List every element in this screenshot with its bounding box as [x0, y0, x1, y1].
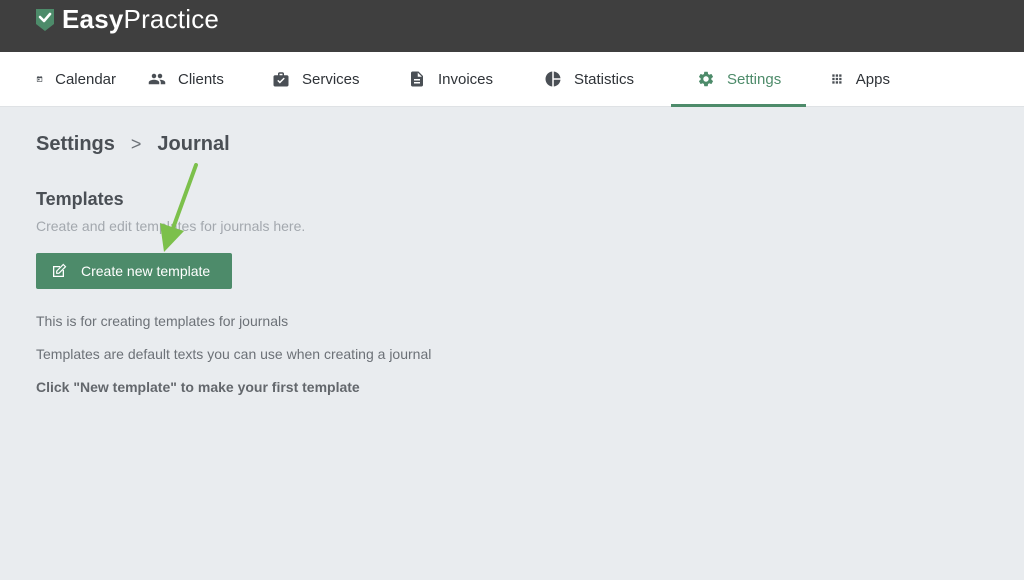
nav-item-clients[interactable]: Clients [132, 52, 256, 106]
create-template-button[interactable]: Create new template [36, 253, 232, 289]
edit-icon [53, 263, 67, 277]
nav-item-label: Invoices [438, 70, 494, 88]
calendar-icon [36, 76, 43, 82]
nav-item-label: Apps [855, 70, 890, 88]
nav-item-label: Clients [178, 70, 224, 88]
info-text-1: This is for creating templates for journ… [36, 313, 289, 329]
gear-icon [698, 71, 714, 87]
brand-logo[interactable]: EasyPractice [36, 4, 219, 35]
nav-item-calendar[interactable]: Calendar [20, 52, 132, 106]
info-text-2: Templates are default texts you can use … [36, 346, 432, 362]
pie-chart-icon [545, 71, 561, 87]
people-icon [148, 73, 166, 85]
document-icon [411, 71, 423, 87]
breadcrumb-root[interactable]: Settings [36, 133, 115, 156]
breadcrumb-current: Journal [157, 132, 230, 155]
brand-name-bold: Easy [62, 4, 124, 34]
info-text-3: Click "New template" to make your first … [36, 379, 360, 395]
brand-name-light: Practice [123, 4, 220, 34]
top-bar: EasyPractice [0, 0, 1024, 52]
nav-item-apps[interactable]: Apps [806, 52, 906, 106]
brand-name: EasyPractice [62, 4, 219, 35]
nav-item-label: Services [302, 70, 360, 88]
breadcrumb-separator: > [130, 133, 142, 154]
logo-check-icon [36, 8, 54, 31]
nav-item-services[interactable]: Services [256, 52, 392, 106]
breadcrumb: Settings > Journal [36, 131, 988, 157]
briefcase-icon [273, 72, 289, 87]
nav-item-label: Settings [727, 70, 782, 88]
annotation-arrow-icon [160, 163, 198, 252]
nav-item-label: Calendar [55, 70, 116, 88]
nav-item-statistics[interactable]: Statistics [528, 52, 671, 106]
main-content: Settings > Journal Templates Create and … [0, 107, 1024, 419]
main-nav: Calendar Clients Services Invoices Stati… [0, 52, 1024, 107]
nav-item-label: Statistics [574, 70, 635, 88]
grid-icon [832, 74, 842, 84]
create-template-label: Create new template [81, 263, 211, 279]
nav-item-invoices[interactable]: Invoices [392, 52, 528, 106]
nav-item-settings[interactable]: Settings [671, 52, 806, 107]
